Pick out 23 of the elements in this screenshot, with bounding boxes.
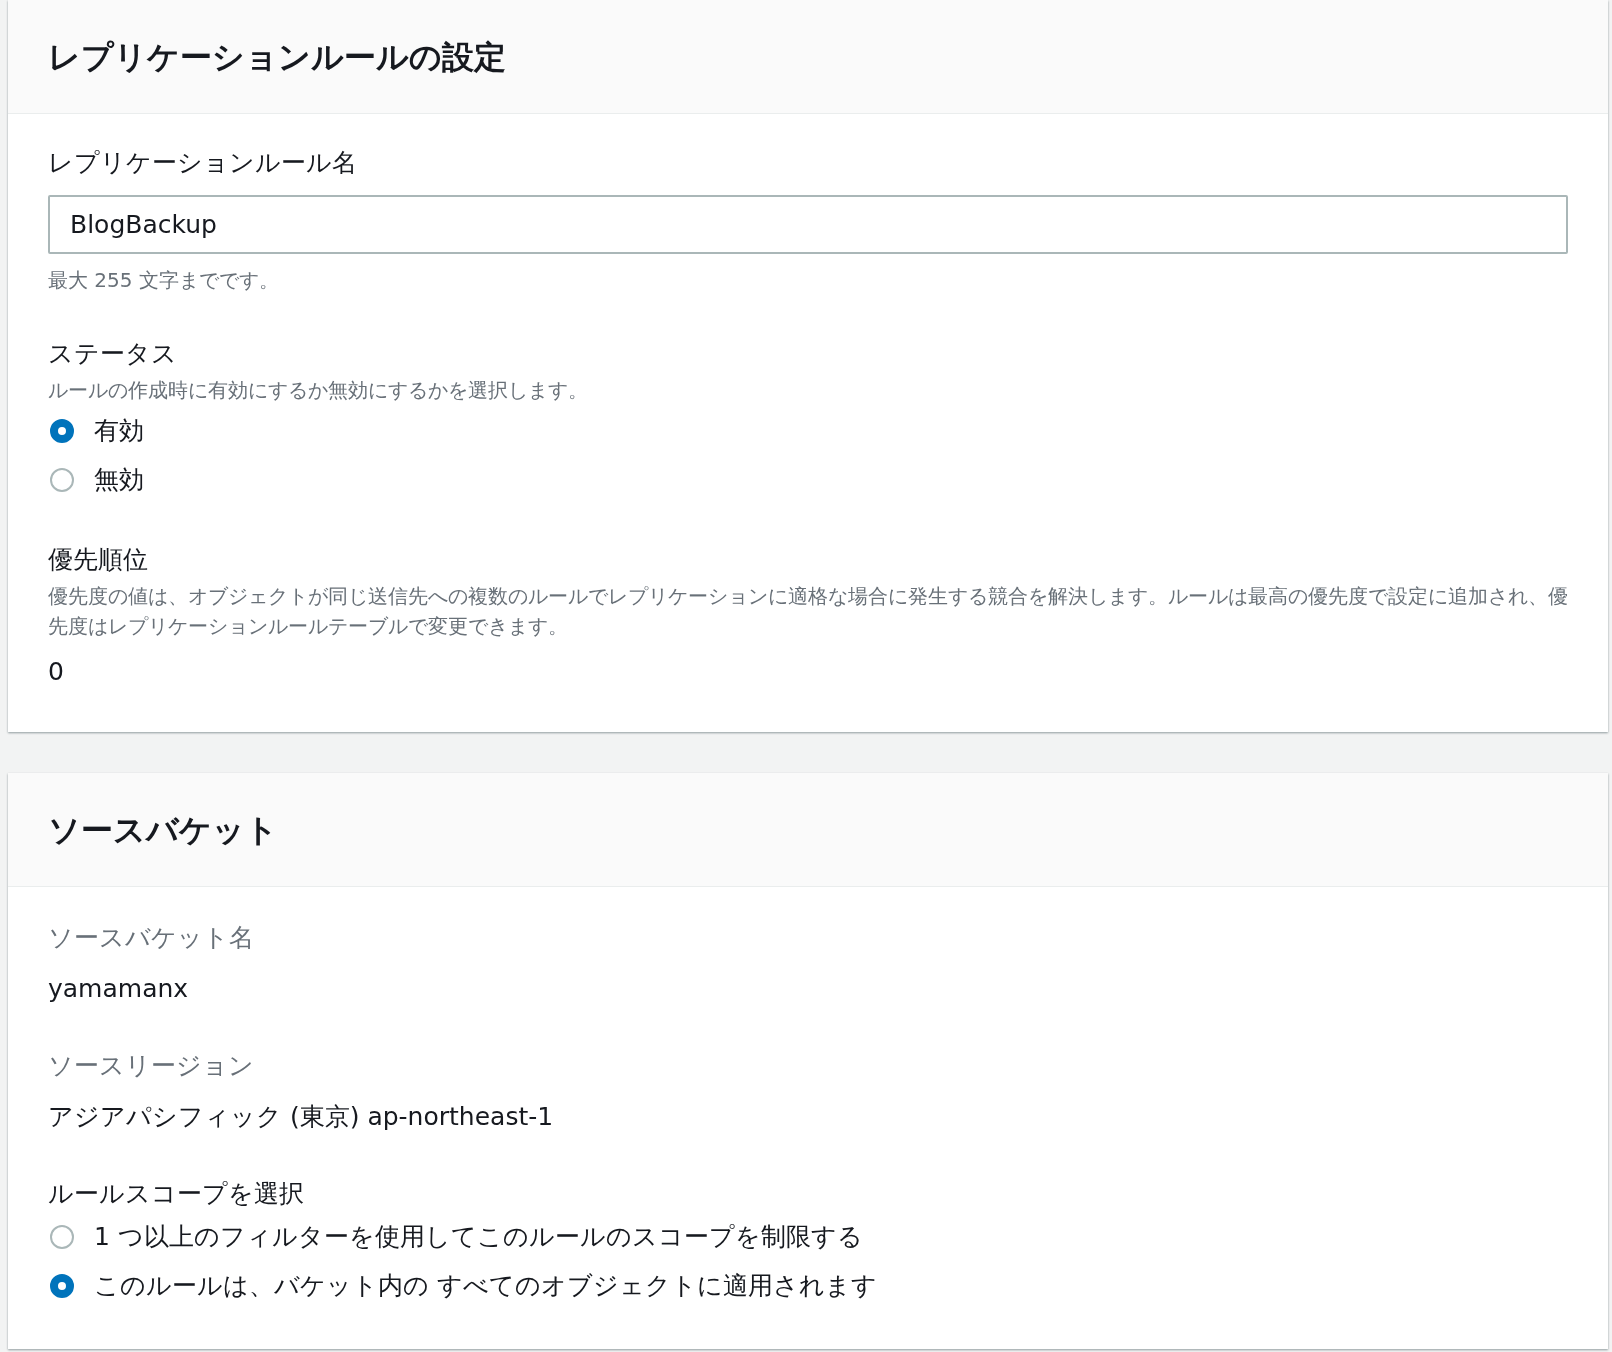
radio-label[interactable]: 無効 [94,463,144,497]
section-title: ソースバケット [48,809,278,850]
field-label: レプリケーションルール名 [48,147,358,179]
radio-button[interactable] [50,1274,74,1298]
radio-label[interactable]: 有効 [94,414,144,448]
field-hint: 最大 255 文字までです。 [48,267,280,294]
field-value: アジアパシフィック (東京) ap-northeast-1 [48,1101,555,1133]
field-label: 優先順位 [48,544,149,576]
field-value: yamamanx [48,973,190,1005]
field-value: 0 [48,656,65,688]
field-label: ルールスコープを選択 [48,1178,305,1210]
radio-button[interactable] [50,468,74,492]
radio-label[interactable]: 1 つ以上のフィルターを使用してこのルールのスコープを制限する [94,1220,863,1254]
radio-label[interactable]: このルールは、バケット内の すべてのオブジェクトに適用されます [94,1269,877,1303]
text-input-field[interactable]: BlogBackup [48,195,1568,254]
field-label: ソースバケット名 [48,922,255,954]
field-label: ステータス [48,338,178,370]
radio-button[interactable] [50,419,74,443]
field-description: ルールの作成時に有効にするか無効にするかを選択します。 [48,377,589,404]
field-description: 優先度の値は、オブジェクトが同じ送信先への複数のルールでレプリケーションに適格な場合に発生する競合を解決します。ルールは最高の優先度で設定に追加され、優先度はレプリケーションルールテーブルで変更できます。 [48,583,1568,640]
section-title: レプリケーションルールの設定 [48,36,506,77]
field-label: ソースリージョン [48,1050,255,1082]
radio-button[interactable] [50,1225,74,1249]
